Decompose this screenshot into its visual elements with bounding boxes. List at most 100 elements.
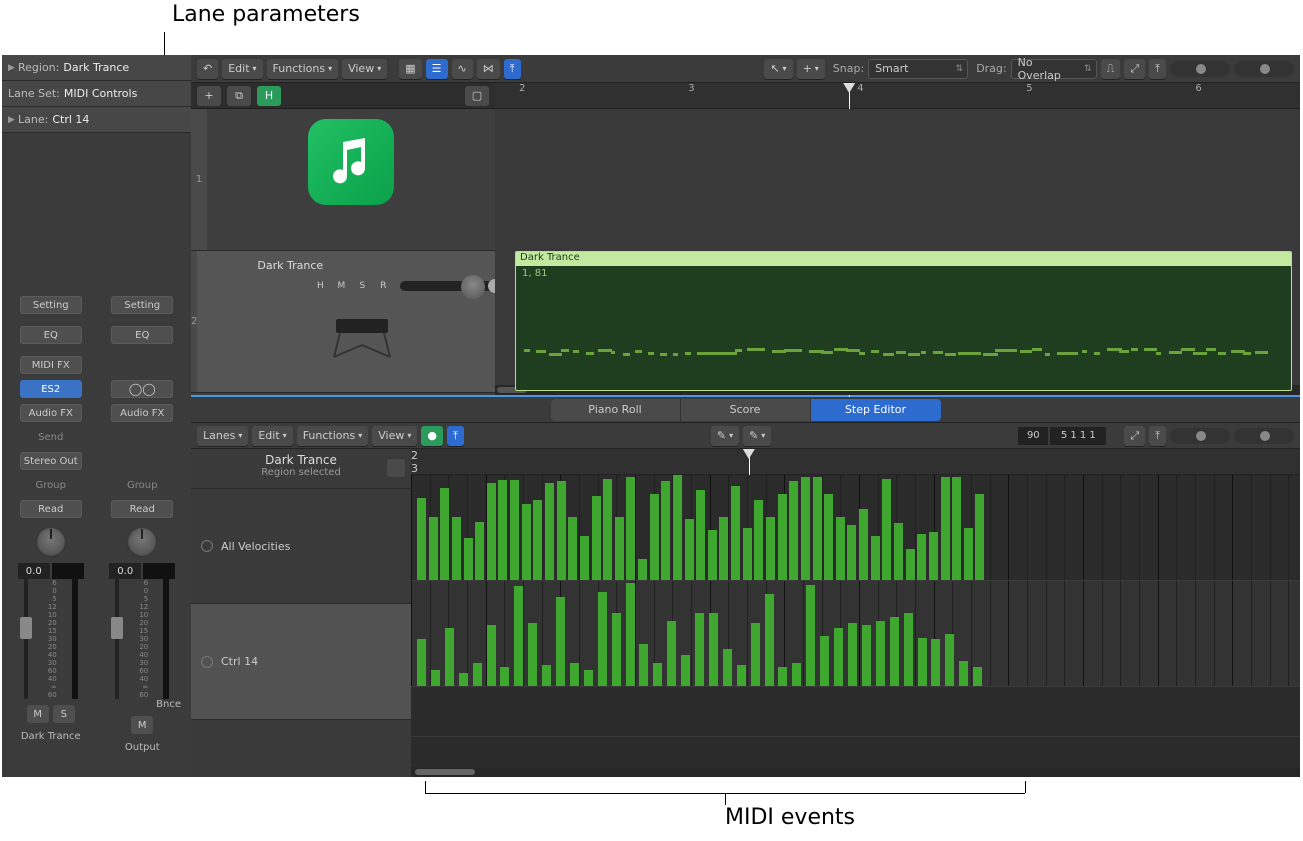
zoom-fit-icon[interactable]: ⤢ — [1124, 426, 1145, 446]
lane-ctrl14[interactable] — [411, 581, 1300, 687]
vertical-zoom-slider[interactable] — [1170, 428, 1230, 444]
edit-menu[interactable]: Edit ▾ — [252, 426, 292, 446]
balance-knob[interactable] — [127, 527, 157, 557]
mute-button[interactable]: M — [131, 716, 153, 734]
pan-knob[interactable] — [36, 527, 66, 557]
functions-menu[interactable]: Functions ▾ — [297, 426, 369, 446]
inspector-lane[interactable]: ▶ Lane: Ctrl 14 — [2, 107, 191, 133]
level-meter — [163, 579, 169, 699]
automation-slot[interactable]: Read — [111, 500, 173, 518]
edit-menu[interactable]: Edit ▾ — [222, 59, 262, 79]
grid-view-icon[interactable]: ▦ — [399, 59, 421, 79]
snap-label: Snap: — [833, 62, 864, 75]
waveform-zoom-icon[interactable]: ⎍ — [1101, 59, 1121, 79]
audiofx-slot[interactable]: Audio FX — [111, 404, 173, 422]
view-menu[interactable]: View ▾ — [342, 59, 387, 79]
lane-header-ctrl14[interactable]: Ctrl 14 — [191, 604, 411, 719]
midi-region[interactable]: Dark Trance 1, 81 — [515, 251, 1292, 391]
catch-icon[interactable]: ⤒ — [504, 59, 521, 79]
catch-playhead-icon[interactable]: ▢ — [465, 86, 489, 106]
tab-score[interactable]: Score — [681, 399, 811, 421]
eq-slot[interactable]: EQ — [111, 326, 173, 344]
editor-grid[interactable]: 234567 — [411, 449, 1300, 777]
inspector-region[interactable]: ▶ Region: Dark Trance — [2, 55, 191, 81]
disclosure-right-icon: ▶ — [8, 63, 18, 73]
timeline-ruler[interactable]: 23456 — [495, 83, 1300, 109]
back-button[interactable]: ↶ — [197, 59, 218, 79]
instrument-keyboard-icon — [323, 304, 401, 368]
tab-piano-roll[interactable]: Piano Roll — [551, 399, 681, 421]
record-button[interactable]: R — [374, 278, 392, 294]
horizontal-zoom-slider[interactable] — [1234, 61, 1294, 77]
disclosure-right-icon: ▶ — [8, 115, 18, 125]
list-view-icon[interactable]: ☰ — [426, 59, 448, 79]
lane-header-velocities[interactable]: All Velocities — [191, 489, 411, 604]
eq-slot[interactable]: EQ — [20, 326, 82, 344]
main-area: ↶ Edit ▾ Functions ▾ View ▾ ▦ ☰ ∿ ⋈ ⤒ ↖ … — [191, 55, 1300, 777]
catch-button[interactable] — [387, 459, 405, 477]
midifx-slot[interactable]: MIDI FX — [20, 356, 82, 374]
pan-value: 0.0 — [109, 563, 141, 579]
lane-velocities[interactable] — [411, 475, 1300, 581]
solo-button[interactable]: S — [353, 278, 371, 294]
mute-button[interactable]: M — [27, 705, 49, 723]
pointer-tool-icon[interactable]: ↖ ▾ — [764, 59, 792, 79]
snap-select[interactable]: Smart — [868, 59, 968, 79]
channel-strip-track: Setting EQ MIDI FX ES2 Audio FX Send Ste… — [10, 143, 92, 777]
arrangement[interactable]: Dark Trance 1, 81 — [495, 109, 1300, 395]
music-note-icon — [331, 138, 371, 186]
track-header-1[interactable]: 1 — [191, 109, 495, 251]
pan-knob[interactable] — [461, 275, 485, 299]
fader[interactable]: 60512102015302040306040∞60 — [111, 579, 173, 699]
audiofx-slot[interactable]: Audio FX — [20, 404, 82, 422]
instrument-slot[interactable]: ES2 — [20, 380, 82, 398]
automation-slot[interactable]: Read — [20, 500, 82, 518]
group-slot[interactable]: Group — [20, 476, 82, 494]
horizontal-zoom-slider[interactable] — [1234, 428, 1294, 444]
output-slot[interactable]: Stereo Out — [20, 452, 82, 470]
pointer-tool-icon[interactable]: ✎ ▾ — [743, 426, 771, 446]
zoom-vertical-icon[interactable]: ⤒ — [1149, 426, 1166, 446]
duplicate-track-icon[interactable]: ⧉ — [227, 86, 251, 106]
add-track-icon[interactable]: + — [197, 86, 221, 106]
setting-slot[interactable]: Setting — [20, 296, 82, 314]
track-name: Dark Trance — [257, 259, 323, 272]
callout-midi-events: MIDI events — [725, 805, 855, 830]
stereo-mode[interactable]: ◯◯ — [111, 380, 173, 398]
editor-ruler[interactable]: 234567 — [411, 449, 1300, 475]
editor-scrollbar[interactable] — [411, 767, 1300, 777]
editor-toolbar: Lanes ▾ Edit ▾ Functions ▾ View ▾ ● ⤒ ✎ … — [191, 423, 1300, 449]
lane-radio-icon — [201, 540, 213, 552]
pencil-tool-icon[interactable]: ✎ ▾ — [711, 426, 739, 446]
track-header-button[interactable]: H — [257, 86, 281, 106]
inspector-laneset[interactable]: Lane Set: MIDI Controls — [2, 81, 191, 107]
automation-icon[interactable]: ∿ — [452, 59, 473, 79]
peak-value — [52, 563, 84, 579]
view-menu[interactable]: View ▾ — [372, 426, 417, 446]
catch-icon[interactable]: ⤒ — [447, 426, 464, 446]
setting-slot[interactable]: Setting — [111, 296, 173, 314]
bounce-button[interactable]: Bnce — [156, 699, 181, 710]
drag-select[interactable]: No Overlap — [1011, 59, 1097, 79]
tracks-area: 1 2 Dark Trance — [191, 109, 1300, 395]
fader[interactable]: 60512102015302040306040∞60 — [20, 579, 82, 699]
tracks-toolbar: ↶ Edit ▾ Functions ▾ View ▾ ▦ ☰ ∿ ⋈ ⤒ ↖ … — [191, 55, 1300, 83]
zoom-fit-icon[interactable]: ⤢ — [1124, 59, 1145, 79]
music-note-icon — [308, 119, 394, 205]
group-slot[interactable]: Group — [111, 476, 173, 494]
midi-in-icon[interactable]: ● — [421, 426, 443, 446]
vertical-zoom-slider[interactable] — [1170, 61, 1230, 77]
send-slot[interactable]: Send — [20, 428, 82, 446]
solo-button[interactable]: S — [53, 705, 75, 723]
fader-scale: 60512102015302040306040∞60 — [134, 579, 148, 699]
marquee-tool-icon[interactable]: + ▾ — [797, 59, 825, 79]
zoom-vertical-icon[interactable]: ⤒ — [1149, 59, 1166, 79]
flex-icon[interactable]: ⋈ — [477, 59, 500, 79]
functions-menu[interactable]: Functions ▾ — [267, 59, 339, 79]
app-window: ▶ Region: Dark Trance Lane Set: MIDI Con… — [2, 55, 1300, 777]
hide-button[interactable]: H — [311, 278, 329, 294]
tab-step-editor[interactable]: Step Editor — [811, 399, 941, 421]
mute-button[interactable]: M — [332, 278, 350, 294]
lanes-menu[interactable]: Lanes ▾ — [197, 426, 248, 446]
track-header-2[interactable]: 2 Dark Trance H M S R — [191, 251, 495, 393]
